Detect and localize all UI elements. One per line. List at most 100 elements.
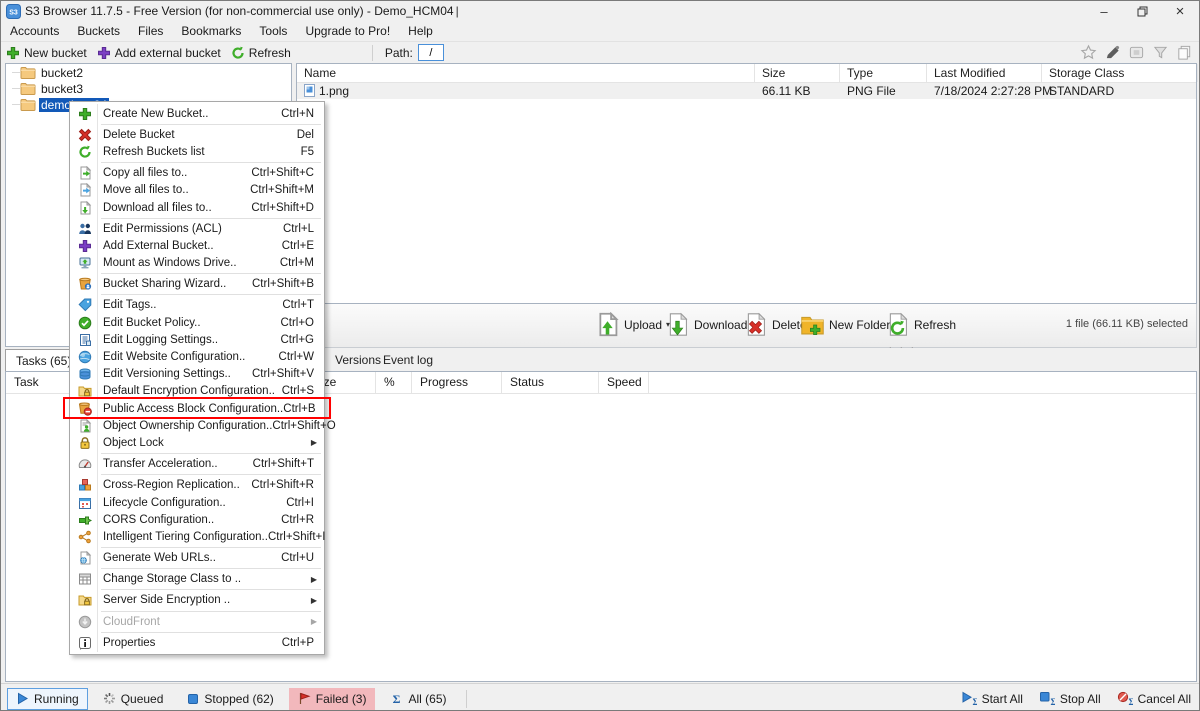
menu-item-refresh-buckets-list[interactable]: Refresh Buckets listF5: [71, 143, 323, 160]
menu-item-label: Add External Bucket..: [103, 240, 214, 252]
menu-item-shortcut: Ctrl+R: [281, 514, 314, 526]
upload-button[interactable]: Upload▾: [595, 312, 670, 337]
files-column-header[interactable]: Last Modified: [927, 64, 1042, 82]
file-row[interactable]: 1.png66.11 KBPNG File7/18/2024 2:27:28 P…: [297, 83, 1196, 99]
menu-item-public-access-block-configuration[interactable]: Public Access Block Configuration..Ctrl+…: [71, 400, 323, 417]
folder-icon: [20, 98, 36, 111]
menu-item-mount-as-windows-drive[interactable]: Mount as Windows Drive..Ctrl+M: [71, 255, 323, 272]
menu-item-change-storage-class-to[interactable]: Change Storage Class to ..▶: [71, 571, 323, 588]
menu-item-shortcut: Ctrl+M: [280, 257, 314, 269]
menu-item-intelligent-tiering-configuration[interactable]: Intelligent Tiering Configuration..Ctrl+…: [71, 528, 323, 545]
files-column-header[interactable]: Size: [755, 64, 840, 82]
pencil-icon[interactable]: [1104, 44, 1121, 61]
filter-stopped[interactable]: Stopped (62): [178, 688, 282, 710]
menu-item-edit-versioning-settings[interactable]: Edit Versioning Settings..Ctrl+Shift+V: [71, 366, 323, 383]
new-folder-button[interactable]: New Folder: [800, 312, 890, 337]
maximize-button[interactable]: [1123, 1, 1161, 21]
panel-icon[interactable]: [1128, 44, 1145, 61]
cancel-all-button[interactable]: ΣCancel All: [1117, 691, 1191, 706]
menu-item-cors-configuration[interactable]: CORS Configuration..Ctrl+R: [71, 511, 323, 528]
close-button[interactable]: ×: [1161, 1, 1199, 21]
menu-item-object-lock[interactable]: Object Lock▶: [71, 434, 323, 451]
menu-item-default-encryption-configuration[interactable]: Default Encryption Configuration..Ctrl+S: [71, 383, 323, 400]
files-column-header[interactable]: Storage Class: [1042, 64, 1198, 82]
files-column-header[interactable]: Name: [297, 64, 755, 82]
menu-item-label: Cross-Region Replication..: [103, 479, 240, 491]
refresh-buckets-button[interactable]: Refresh: [226, 45, 296, 61]
menu-item-delete-bucket[interactable]: Delete BucketDel: [71, 126, 323, 143]
menu-files[interactable]: Files: [129, 22, 172, 40]
menu-item-copy-all-files-to[interactable]: Copy all files to..Ctrl+Shift+C: [71, 165, 323, 182]
menu-item-label: Edit Permissions (ACL): [103, 223, 222, 235]
menu-item-object-ownership-configuration[interactable]: Object Ownership Configuration..Ctrl+Shi…: [71, 417, 323, 434]
stop-all-icon: Σ: [1039, 691, 1055, 706]
refresh-doc-icon: [885, 312, 910, 337]
download-button[interactable]: Download: [665, 312, 747, 337]
stop-all-button[interactable]: ΣStop All: [1039, 691, 1101, 706]
bucket-tree-item[interactable]: bucket2: [20, 65, 291, 80]
padlock-icon: [78, 436, 92, 450]
tasks-column-header[interactable]: Progress: [412, 372, 502, 393]
tasks-column-header[interactable]: Speed: [599, 372, 649, 393]
files-panel[interactable]: NameSizeTypeLast ModifiedStorage Class 1…: [296, 63, 1197, 304]
menu-separator: [101, 568, 321, 569]
menu-item-lifecycle-configuration[interactable]: Lifecycle Configuration..Ctrl+I: [71, 494, 323, 511]
menu-item-edit-permissions-acl[interactable]: Edit Permissions (ACL) Ctrl+L: [71, 220, 323, 237]
star-icon[interactable]: [1080, 44, 1097, 61]
menu-separator: [101, 589, 321, 590]
menu-item-move-all-files-to[interactable]: Move all files to..Ctrl+Shift+M: [71, 182, 323, 199]
menu-item-shortcut: Ctrl+Shift+O: [272, 420, 335, 432]
delete-button[interactable]: Delete: [743, 312, 807, 337]
tasks-column-header[interactable]: %: [376, 372, 412, 393]
menu-item-download-all-files-to[interactable]: Download all files to..Ctrl+Shift+D: [71, 199, 323, 216]
info-icon: [78, 636, 92, 650]
status-bar: Running QueuedStopped (62) Failed (3)ΣAll …: [1, 683, 1199, 711]
filter-running[interactable]: Running: [7, 688, 88, 710]
filter-queued[interactable]: Queued: [94, 688, 173, 710]
menu-separator: [101, 218, 321, 219]
refresh-button[interactable]: Refresh: [885, 312, 956, 337]
menu-item-shortcut: Ctrl+L: [283, 223, 314, 235]
menu-item-edit-tags[interactable]: Edit Tags..Ctrl+T: [71, 297, 323, 314]
menu-item-bucket-sharing-wizard[interactable]: Bucket Sharing Wizard..Ctrl+Shift+B: [71, 276, 323, 293]
menu-item-properties[interactable]: PropertiesCtrl+P: [71, 634, 323, 651]
menu-item-edit-bucket-policy[interactable]: Edit Bucket Policy..Ctrl+O: [71, 314, 323, 331]
doc-arrow-right-blue-icon: [78, 183, 92, 197]
filter-all[interactable]: ΣAll (65): [381, 688, 455, 710]
menu-item-cross-region-replication[interactable]: Cross-Region Replication..Ctrl+Shift+R: [71, 477, 323, 494]
menu-buckets[interactable]: Buckets: [68, 22, 129, 40]
menu-upgrade-to-pro[interactable]: Upgrade to Pro!: [296, 22, 399, 40]
start-all-button[interactable]: ΣStart All: [961, 691, 1023, 706]
files-column-header[interactable]: Type: [840, 64, 927, 82]
plus-green-icon: [6, 46, 20, 60]
add-external-bucket-button[interactable]: Add external bucket: [92, 45, 226, 61]
menu-separator: [101, 547, 321, 548]
menu-item-generate-web-urls[interactable]: Generate Web URLs..Ctrl+U: [71, 550, 323, 567]
new-bucket-button[interactable]: New bucket: [1, 45, 92, 61]
menu-item-add-external-bucket[interactable]: Add External Bucket..Ctrl+E: [71, 237, 323, 254]
copy-icon[interactable]: [1176, 44, 1193, 61]
path-input[interactable]: [418, 44, 444, 61]
filter-failed[interactable]: Failed (3): [289, 688, 376, 710]
image-file-icon: [303, 84, 316, 97]
menu-accounts[interactable]: Accounts: [1, 22, 68, 40]
menu-tools[interactable]: Tools: [250, 22, 296, 40]
menu-item-edit-logging-settings[interactable]: Edit Logging Settings..Ctrl+G: [71, 331, 323, 348]
menu-item-server-side-encryption[interactable]: Server Side Encryption ..▶: [71, 592, 323, 609]
menu-item-label: Default Encryption Configuration..: [103, 385, 275, 397]
menu-item-label: Edit Bucket Policy..: [103, 317, 201, 329]
menu-item-transfer-acceleration[interactable]: Transfer Acceleration..Ctrl+Shift+T: [71, 456, 323, 473]
refresh-green-icon: [231, 46, 245, 60]
tab-event-log[interactable]: Event log: [375, 349, 441, 371]
minimize-button[interactable]: –: [1085, 1, 1123, 21]
tasks-column-header[interactable]: Status: [502, 372, 599, 393]
menu-item-label: Change Storage Class to ..: [103, 573, 241, 585]
folder-lock-icon: [78, 593, 92, 607]
menu-bookmarks[interactable]: Bookmarks: [172, 22, 250, 40]
menu-item-label: Properties: [103, 637, 155, 649]
menu-item-edit-website-configuration[interactable]: Edit Website Configuration..Ctrl+W: [71, 348, 323, 365]
filter-icon[interactable]: [1152, 44, 1169, 61]
bucket-tree-item[interactable]: bucket3: [20, 81, 291, 96]
menu-help[interactable]: Help: [399, 22, 442, 40]
menu-item-create-new-bucket[interactable]: Create New Bucket..Ctrl+N: [71, 105, 323, 122]
